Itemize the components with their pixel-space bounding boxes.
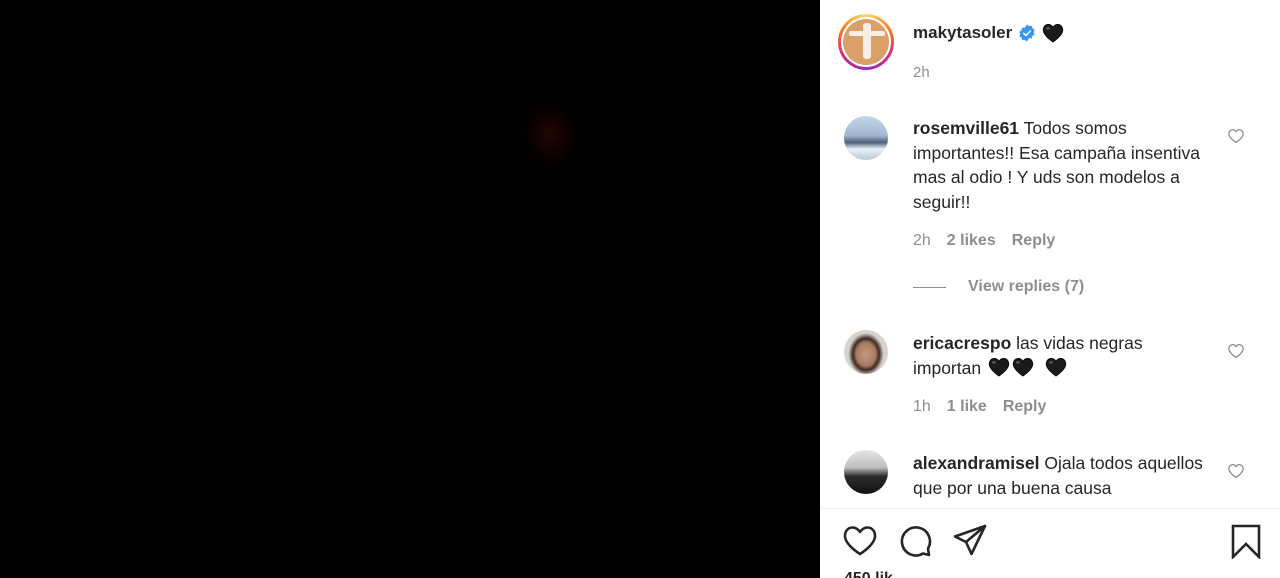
bookmark-icon[interactable] [1228,523,1264,559]
media-dim-glow [520,100,580,170]
comment-likes[interactable]: 2 likes [947,232,996,250]
black-heart-emoji [1045,357,1066,377]
view-replies-label: View replies (7) [968,278,1085,295]
commenter-avatar[interactable] [844,330,888,374]
comment-text: ericacrespo las vidas negras importan [913,331,1213,380]
paper-plane-icon[interactable] [952,523,988,559]
comment-time[interactable]: 2h [913,232,931,250]
post-timestamp[interactable]: 2h [913,64,930,81]
post-actions-bar [820,509,1280,578]
heart-outline-icon[interactable] [1227,342,1245,360]
commenter-username[interactable]: rosemville61 [913,118,1019,138]
comments-list[interactable]: rosemville61 Todos somos importantes!! E… [820,100,1280,508]
replies-divider-line [913,286,946,288]
owner-line: makytasoler [913,22,1064,44]
comment-likes[interactable]: 1 like [947,398,987,416]
comment-text: alexandramisel Ojala todos aquellos que … [913,451,1213,500]
commenter-avatar[interactable] [844,450,888,494]
comment-bubble-icon[interactable] [897,523,933,559]
heart-outline-icon[interactable] [1227,462,1245,480]
heart-outline-icon[interactable] [1227,127,1245,145]
comment-meta: 1h 1 like Reply [913,398,1046,416]
comment-meta: 2h 2 likes Reply [913,232,1055,250]
comment-text: rosemville61 Todos somos importantes!! E… [913,116,1213,214]
commenter-username[interactable]: ericacrespo [913,333,1011,353]
likes-count[interactable]: 450 lik [844,570,893,578]
owner-avatar[interactable] [838,14,894,70]
commenter-username[interactable]: alexandramisel [913,453,1039,473]
black-heart-emoji [1012,357,1034,377]
post-media[interactable] [0,0,820,578]
comment-time[interactable]: 1h [913,398,931,416]
reply-button[interactable]: Reply [1003,398,1047,416]
post-side-panel: makytasoler 2h rosemville61 Todos somos … [820,0,1280,578]
post-header: makytasoler 2h [820,0,1280,100]
owner-username[interactable]: makytasoler [913,23,1012,43]
view-replies-button[interactable]: View replies (7) [913,278,1084,296]
black-heart-emoji [1043,23,1064,43]
black-heart-emoji [988,357,1010,377]
reply-button[interactable]: Reply [1012,232,1056,250]
commenter-avatar[interactable] [844,116,888,160]
like-heart-icon[interactable] [842,523,878,559]
verified-badge-icon [1019,24,1035,42]
